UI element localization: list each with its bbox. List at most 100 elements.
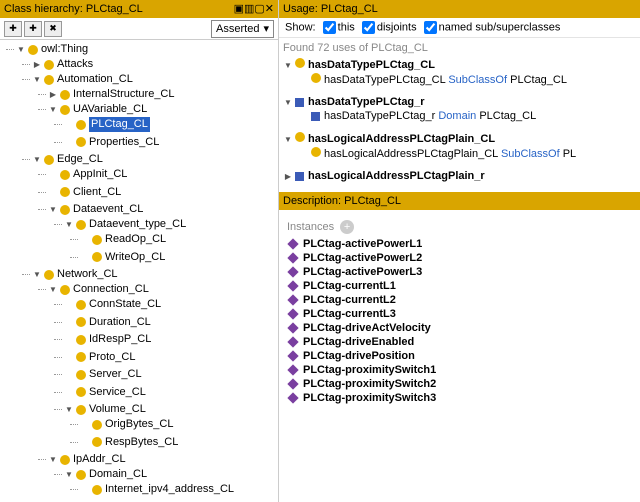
tree-node[interactable]: Edge_CL: [57, 152, 103, 167]
toggle-icon[interactable]: ▼: [32, 270, 42, 280]
toggle-icon[interactable]: ▼: [48, 455, 58, 465]
tree-node[interactable]: Duration_CL: [89, 315, 151, 330]
asserted-dropdown[interactable]: Asserted ▾: [211, 20, 274, 38]
individual-icon: [287, 266, 298, 277]
tree-node[interactable]: Dataevent_CL: [73, 202, 143, 217]
tree-node[interactable]: WriteOp_CL: [105, 250, 165, 265]
delete-class-btn[interactable]: ✖: [44, 21, 62, 37]
class-icon: [60, 105, 70, 115]
tree-node-selected[interactable]: PLCtag_CL: [89, 117, 150, 132]
instance-label: PLCtag-driveActVelocity: [303, 322, 431, 334]
chk-this-label: this: [338, 21, 355, 33]
tree-node[interactable]: Properties_CL: [89, 135, 159, 150]
toggle-icon[interactable]: ▼: [283, 98, 293, 108]
instance-row[interactable]: PLCtag-activePowerL3: [287, 266, 632, 278]
add-instance-btn[interactable]: +: [340, 220, 354, 234]
chk-this[interactable]: [323, 21, 336, 34]
class-icon: [28, 45, 38, 55]
toggle-icon[interactable]: ▶: [283, 172, 293, 182]
usage-body: Found 72 uses of PLCtag_CL ▼hasDataTypeP…: [279, 38, 640, 186]
tree-node[interactable]: Domain_CL: [89, 467, 147, 482]
instance-row[interactable]: PLCtag-currentL3: [287, 308, 632, 320]
class-icon: [92, 437, 102, 447]
tree-node[interactable]: Volume_CL: [89, 402, 146, 417]
instance-row[interactable]: PLCtag-proximitySwitch1: [287, 364, 632, 376]
tree-node[interactable]: InternalStructure_CL: [73, 87, 175, 102]
toggle-icon[interactable]: ▶: [32, 60, 42, 70]
instance-row[interactable]: PLCtag-driveEnabled: [287, 336, 632, 348]
tree-node[interactable]: Server_CL: [89, 367, 142, 382]
instance-row[interactable]: PLCtag-activePowerL2: [287, 252, 632, 264]
tree-node[interactable]: Proto_CL: [89, 350, 135, 365]
usage-entry[interactable]: hasDataTypePLCtag_r: [308, 96, 425, 108]
tree-node[interactable]: RespBytes_CL: [105, 435, 178, 450]
toggle-icon[interactable]: ▼: [32, 155, 42, 165]
tree-node[interactable]: Client_CL: [73, 185, 121, 200]
instance-row[interactable]: PLCtag-driveActVelocity: [287, 322, 632, 334]
usage-entry[interactable]: hasLogicalAddressPLCtagPlain_r: [308, 170, 485, 182]
tree-node[interactable]: AppInit_CL: [73, 167, 127, 182]
instance-row[interactable]: PLCtag-currentL1: [287, 280, 632, 292]
class-icon: [76, 470, 86, 480]
instance-label: PLCtag-currentL1: [303, 280, 396, 292]
toggle-icon[interactable]: ▼: [48, 285, 58, 295]
individual-icon: [287, 350, 298, 361]
toggle-icon[interactable]: ▼: [16, 45, 26, 55]
instance-row[interactable]: PLCtag-activePowerL1: [287, 238, 632, 250]
chk-disjoints[interactable]: [362, 21, 375, 34]
add-class-btn[interactable]: ✚: [4, 21, 22, 37]
individual-icon: [287, 308, 298, 319]
class-icon: [76, 387, 86, 397]
class-icon: [76, 335, 86, 345]
class-icon: [76, 405, 86, 415]
toggle-icon[interactable]: ▼: [283, 61, 293, 71]
show-row: Show: this disjoints named sub/superclas…: [279, 18, 640, 38]
usage-entry[interactable]: hasLogicalAddressPLCtagPlain_CL: [308, 133, 495, 145]
class-icon: [295, 132, 305, 142]
instance-row[interactable]: PLCtag-proximitySwitch3: [287, 392, 632, 404]
toggle-icon[interactable]: ▼: [283, 135, 293, 145]
toggle-icon[interactable]: ▼: [64, 220, 74, 230]
toggle-icon[interactable]: ▼: [48, 205, 58, 215]
left-header-icons[interactable]: ▣▥▢✕: [234, 0, 274, 18]
tree-node[interactable]: Automation_CL: [57, 72, 133, 87]
instance-row[interactable]: PLCtag-currentL2: [287, 294, 632, 306]
individual-icon: [287, 378, 298, 389]
tree-node[interactable]: Service_CL: [89, 385, 146, 400]
tree-node[interactable]: Dataevent_type_CL: [89, 217, 186, 232]
instance-label: PLCtag-activePowerL2: [303, 252, 422, 264]
tree-node[interactable]: IdRespP_CL: [89, 332, 151, 347]
instance-label: PLCtag-activePowerL3: [303, 266, 422, 278]
property-icon: [295, 98, 304, 107]
tree-node[interactable]: Internet_ipv4_address_CL: [105, 482, 234, 497]
left-toolbar: ✚ ✚ ✖ Asserted ▾: [0, 18, 278, 40]
class-icon: [92, 252, 102, 262]
tree-node[interactable]: IpAddr_CL: [73, 452, 126, 467]
toggle-icon[interactable]: ▼: [64, 470, 74, 480]
tree-node[interactable]: Network_CL: [57, 267, 118, 282]
class-icon: [60, 455, 70, 465]
toggle-icon[interactable]: ▼: [48, 105, 58, 115]
class-tree[interactable]: ▼ owl:Thing ▶ Attacks ▼ Automation_CL ▶ Inte…: [0, 40, 278, 502]
tree-node[interactable]: owl:Thing: [41, 42, 88, 57]
chk-disjoints-label: disjoints: [377, 21, 417, 33]
tree-node[interactable]: Connection_CL: [73, 282, 149, 297]
description-title: Description: PLCtag_CL: [283, 195, 401, 207]
toggle-icon[interactable]: ▼: [64, 405, 74, 415]
toggle-icon[interactable]: ▶: [48, 90, 58, 100]
tree-node[interactable]: ConnState_CL: [89, 297, 161, 312]
instance-row[interactable]: PLCtag-proximitySwitch2: [287, 378, 632, 390]
instance-label: PLCtag-drivePosition: [303, 350, 415, 362]
instance-label: PLCtag-proximitySwitch1: [303, 364, 436, 376]
toggle-icon[interactable]: ▼: [32, 75, 42, 85]
instance-row[interactable]: PLCtag-drivePosition: [287, 350, 632, 362]
chevron-down-icon: ▾: [263, 22, 269, 35]
property-icon: [311, 112, 320, 121]
tree-node[interactable]: ReadOp_CL: [105, 232, 166, 247]
tree-node[interactable]: Attacks: [57, 57, 93, 72]
tree-node[interactable]: OrigBytes_CL: [105, 417, 173, 432]
usage-entry[interactable]: hasDataTypePLCtag_CL: [308, 59, 435, 71]
chk-named[interactable]: [424, 21, 437, 34]
tree-node[interactable]: UAVariable_CL: [73, 102, 147, 117]
add-sibling-btn[interactable]: ✚: [24, 21, 42, 37]
